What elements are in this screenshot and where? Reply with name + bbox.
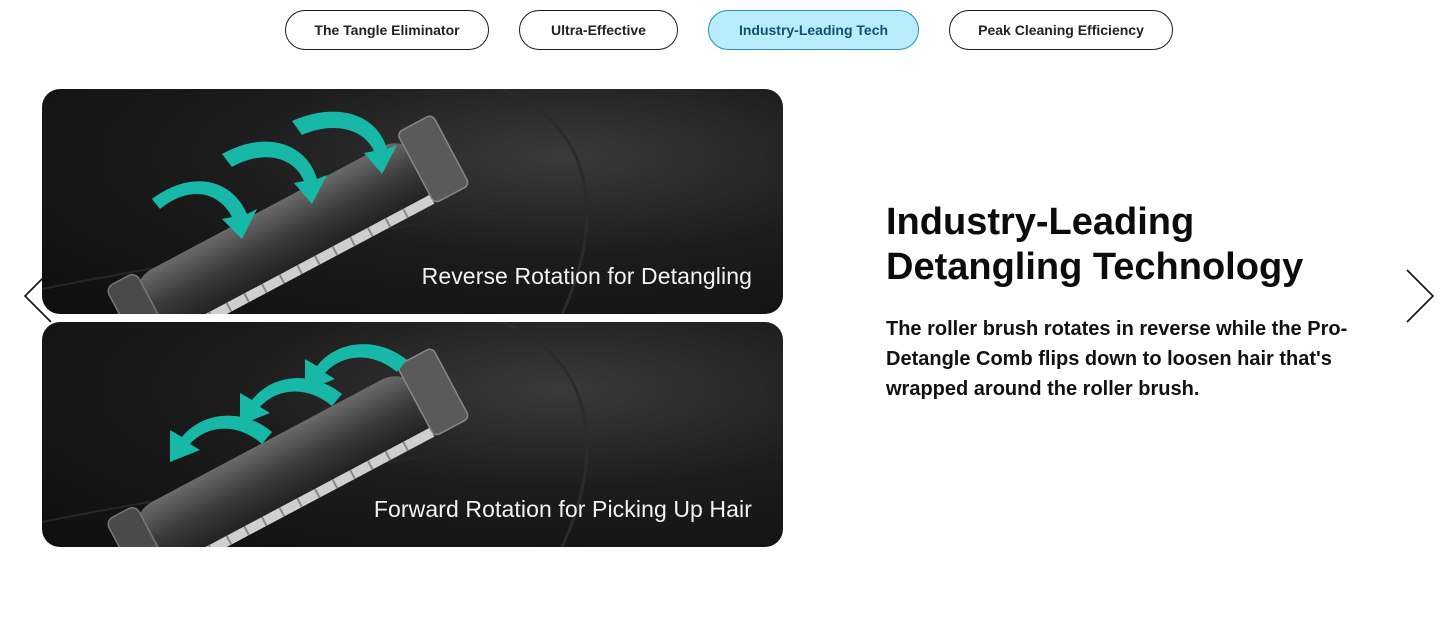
chevron-left-icon bbox=[23, 269, 52, 323]
feature-heading: Industry-Leading Detangling Technology bbox=[886, 200, 1406, 290]
forward-rotation-image: Forward Rotation for Picking Up Hair bbox=[42, 322, 783, 547]
tab-tangle-eliminator[interactable]: The Tangle Eliminator bbox=[285, 10, 489, 50]
heading-line-2: Detangling Technology bbox=[886, 246, 1304, 288]
feature-description: The roller brush rotates in reverse whil… bbox=[886, 318, 1348, 400]
previous-slide-button[interactable] bbox=[18, 268, 54, 324]
feature-tabs: The Tangle Eliminator Ultra-Effective In… bbox=[0, 10, 1455, 50]
reverse-rotation-caption: Reverse Rotation for Detangling bbox=[421, 263, 752, 289]
tab-industry-leading-tech[interactable]: Industry-Leading Tech bbox=[708, 10, 919, 50]
tab-peak-cleaning-efficiency[interactable]: Peak Cleaning Efficiency bbox=[949, 10, 1173, 50]
heading-line-1: Industry-Leading bbox=[886, 201, 1195, 243]
forward-rotation-caption: Forward Rotation for Picking Up Hair bbox=[373, 496, 752, 522]
tab-ultra-effective[interactable]: Ultra-Effective bbox=[519, 10, 678, 50]
reverse-rotation-image: Reverse Rotation for Detangling bbox=[42, 89, 783, 314]
feature-description-panel: Industry-Leading Detangling Technology T… bbox=[886, 200, 1406, 404]
